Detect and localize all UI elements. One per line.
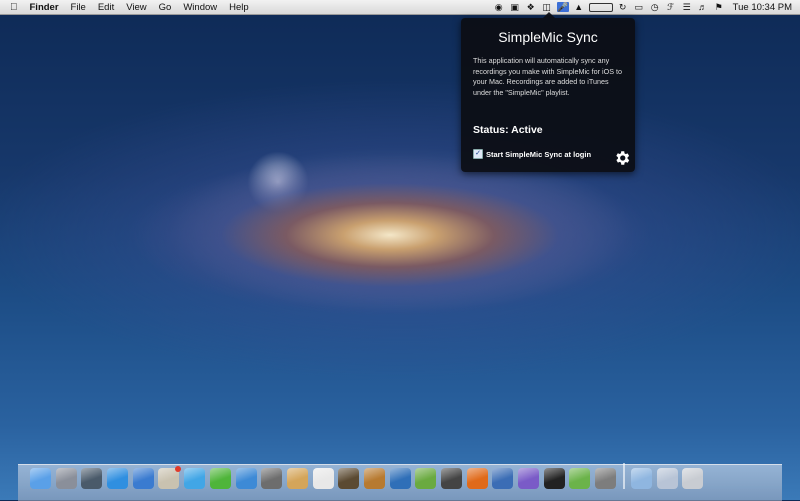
calendar-icon[interactable] xyxy=(312,468,334,489)
gear-icon[interactable] xyxy=(613,149,631,167)
menu-go[interactable]: Go xyxy=(159,2,172,13)
popover-arrow xyxy=(543,12,555,18)
safari-icon[interactable] xyxy=(235,468,257,489)
notification-badge xyxy=(175,466,182,472)
ws-icon[interactable] xyxy=(466,468,488,489)
status-menus: ◉ ▣ ❖ ◫ 🎤 ▲ ↻ ▭ ◷ ℱ ☰ ♬ ⚑ Tue 10:34 PM xyxy=(491,0,800,14)
screenshot-icon[interactable] xyxy=(261,468,283,489)
popover-description: This application will automatically sync… xyxy=(473,56,622,97)
numbers-icon[interactable] xyxy=(415,468,437,489)
simplemic-popover: SimpleMic Sync This application will aut… xyxy=(461,12,635,172)
clock-icon[interactable]: ◷ xyxy=(649,2,661,12)
preview-icon[interactable] xyxy=(158,466,182,489)
monster-icon[interactable] xyxy=(518,468,540,489)
volume-icon[interactable]: ♬ xyxy=(697,2,709,12)
bluetooth-icon[interactable]: ℱ xyxy=(665,2,677,12)
folder-icon[interactable] xyxy=(630,468,652,489)
menu-edit[interactable]: Edit xyxy=(98,2,114,13)
dock-separator xyxy=(622,463,625,489)
app-store-icon[interactable] xyxy=(107,468,129,489)
trash-icon[interactable] xyxy=(682,468,704,489)
menu-file[interactable]: File xyxy=(71,2,86,13)
slideshow-icon[interactable] xyxy=(441,468,462,489)
start-at-login-row[interactable]: ✓ Start SimpleMic Sync at login xyxy=(473,149,591,159)
app-icon-2[interactable]: ▣ xyxy=(509,2,521,12)
mission-control-icon[interactable] xyxy=(81,468,103,489)
display-icon[interactable]: ▭ xyxy=(633,2,645,12)
xcode-icon[interactable] xyxy=(492,468,514,489)
downloads-icon[interactable] xyxy=(656,468,678,489)
apple-icon[interactable]:  xyxy=(10,2,18,13)
garageband-icon[interactable] xyxy=(363,468,385,489)
popover-title: SimpleMic Sync xyxy=(498,29,598,45)
app-icon-1[interactable]: ◉ xyxy=(493,2,505,12)
xray-icon[interactable] xyxy=(389,468,411,489)
archive-icon[interactable] xyxy=(286,468,308,489)
launchpad-icon[interactable] xyxy=(55,468,77,489)
battery-meter-icon[interactable] xyxy=(588,2,613,12)
photo-icon[interactable] xyxy=(338,468,360,489)
menu-window[interactable]: Window xyxy=(183,2,217,13)
start-at-login-label[interactable]: Start SimpleMic Sync at login xyxy=(486,150,591,159)
simplemic-icon[interactable]: 🎤 xyxy=(556,2,569,12)
terminal-icon[interactable] xyxy=(543,468,565,489)
finder-icon[interactable] xyxy=(30,468,51,489)
menu-help[interactable]: Help xyxy=(229,2,249,13)
menu-clock[interactable]: Tue 10:34 PM xyxy=(733,2,792,13)
app-icon-4[interactable]: ◫ xyxy=(541,2,553,12)
menu-app-name[interactable]: Finder xyxy=(30,2,59,13)
status-label: Status: Active xyxy=(473,124,543,136)
dropbox-icon[interactable]: ❖ xyxy=(525,2,537,12)
menu-bar:  Finder File Edit View Go Window Help ◉… xyxy=(0,0,800,15)
twitter-icon[interactable] xyxy=(184,468,206,489)
system-prefs-icon[interactable] xyxy=(595,468,617,489)
start-at-login-checkbox[interactable]: ✓ xyxy=(473,149,483,159)
evernote-icon[interactable] xyxy=(569,468,591,489)
time-machine-icon[interactable]: ↻ xyxy=(617,2,629,12)
wifi-icon[interactable]: ☰ xyxy=(681,2,693,12)
flag-icon[interactable]: ⚑ xyxy=(713,2,725,12)
dock xyxy=(30,463,708,489)
menu-view[interactable]: View xyxy=(126,2,146,13)
app-icon-6[interactable]: ▲ xyxy=(573,2,585,12)
itunes-icon[interactable] xyxy=(132,468,154,489)
adium-icon[interactable] xyxy=(209,468,231,489)
